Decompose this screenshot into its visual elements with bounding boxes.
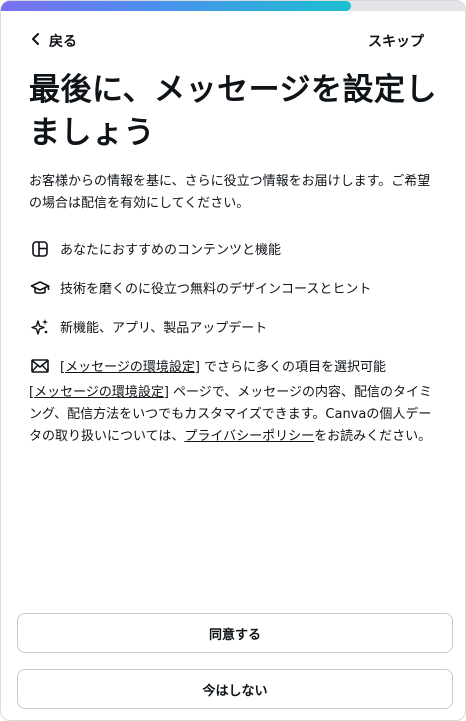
feature-label: 技術を磨くのに役立つ無料のデザインコースとヒント xyxy=(60,282,372,297)
messaging-dialog: 戻る スキップ 最後に、メッセージを設定しましょう お客様からの情報を基に、さら… xyxy=(0,0,466,721)
progress-fill xyxy=(1,1,351,11)
body-text-part: をお読みください。 xyxy=(314,429,432,444)
agree-button[interactable]: 同意する xyxy=(17,613,453,653)
message-settings-link[interactable]: メッセージの環境設定 xyxy=(65,360,195,375)
page-title: 最後に、メッセージを設定しましょう xyxy=(29,72,437,151)
intro-text: お客様からの情報を基に、さらに役立つ情報をお届けします。ご希望の場合は配信を有効… xyxy=(29,174,431,211)
feature-item-settings: [メッセージの環境設定] でさらに多くの項目を選択可能 xyxy=(29,346,441,385)
feature-label: 新機能、アプリ、製品アップデート xyxy=(60,321,268,336)
not-now-button[interactable]: 今はしない xyxy=(17,669,453,709)
message-settings-link[interactable]: メッセージの環境設定 xyxy=(34,385,164,400)
feature-item: あなたにおすすめのコンテンツと機能 xyxy=(29,229,441,268)
privacy-policy-link[interactable]: プライバシーポリシー xyxy=(184,429,314,444)
feature-item: 技術を磨くのに役立つ無料のデザインコースとヒント xyxy=(29,268,441,307)
feature-label: あなたにおすすめのコンテンツと機能 xyxy=(60,243,282,258)
graduation-cap-icon xyxy=(29,277,51,299)
skip-button[interactable]: スキップ xyxy=(368,31,424,51)
back-label: 戻る xyxy=(49,34,77,50)
top-nav: 戻る スキップ xyxy=(1,29,465,55)
feature-label: [メッセージの環境設定] でさらに多くの項目を選択可能 xyxy=(60,356,386,375)
back-button[interactable]: 戻る xyxy=(29,31,77,51)
settings-suffix: でさらに多くの項目を選択可能 xyxy=(199,360,387,375)
envelope-icon xyxy=(29,355,51,377)
sparkles-icon xyxy=(29,316,51,338)
chevron-left-icon xyxy=(29,32,43,50)
progress-bar xyxy=(1,1,465,11)
layout-icon xyxy=(29,238,51,260)
body-text: [メッセージの環境設定] ページで、メッセージの内容、配信のタイミング、配信方法… xyxy=(29,382,441,448)
feature-item: 新機能、アプリ、製品アップデート xyxy=(29,307,441,346)
feature-list: あなたにおすすめのコンテンツと機能 技術を磨くのに役立つ無料のデザインコースとヒ… xyxy=(29,229,441,385)
